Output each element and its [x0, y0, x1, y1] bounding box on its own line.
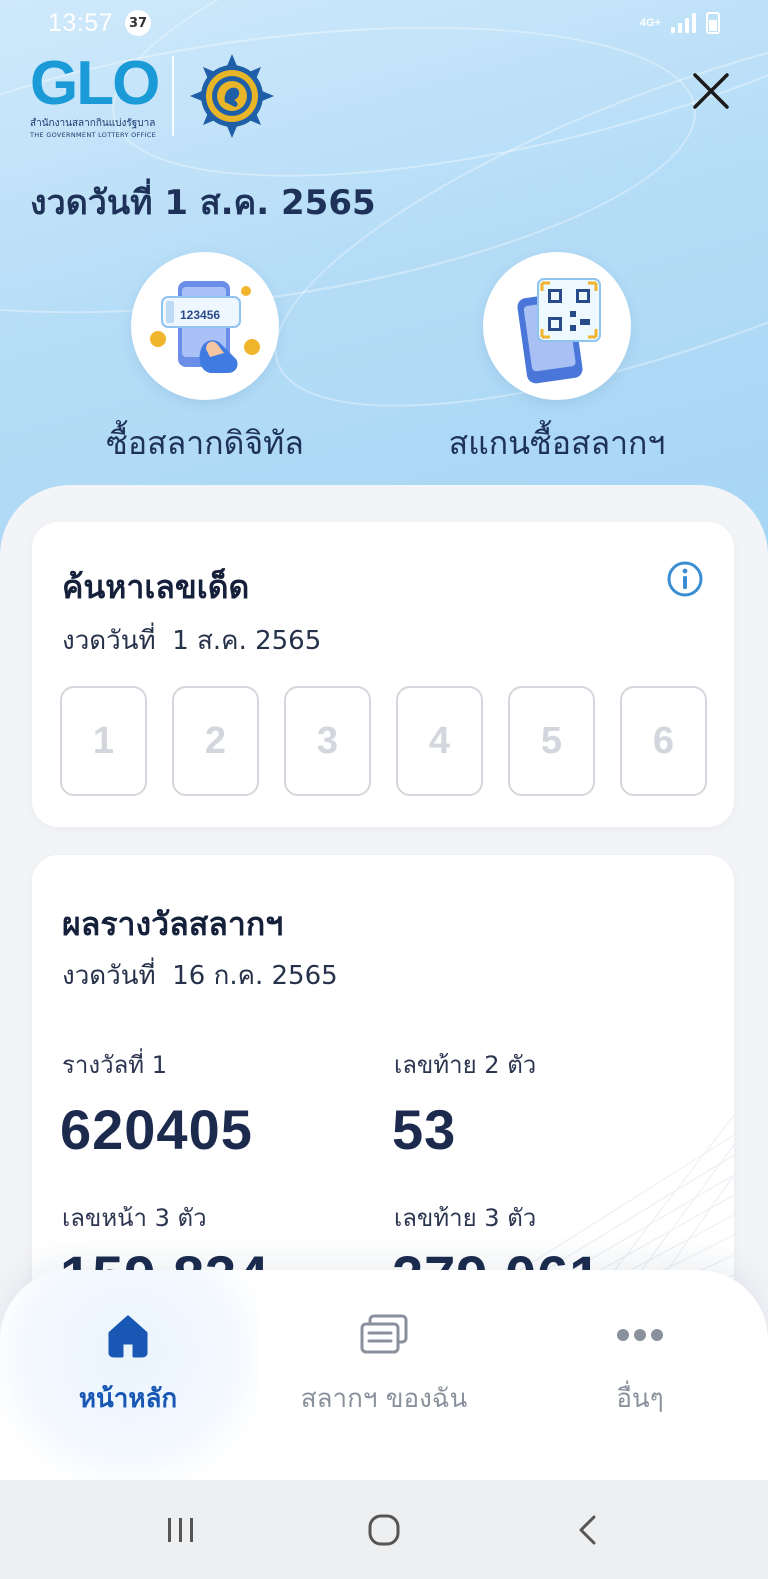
close-button[interactable] — [686, 66, 736, 116]
phone-ticket-hand-icon: 123456 — [150, 281, 260, 373]
glo-wordmark-block: GLO สำนักงานสลากกินแบ่งรัฐบาล THE GOVERN… — [30, 52, 160, 139]
info-icon[interactable] — [666, 560, 704, 598]
digit-input-6[interactable]: 6 — [620, 686, 707, 796]
status-indicators: 4G+ — [640, 12, 720, 34]
glo-wordmark: GLO — [30, 52, 160, 114]
last2-value: 53 — [392, 1098, 457, 1161]
results-draw-label: งวดวันที่ — [62, 961, 156, 991]
scan-illustration — [483, 252, 631, 400]
search-draw-date: งวดวันที่ 1 ส.ค. 2565 — [62, 620, 321, 661]
search-lucky-number-card: ค้นหาเลขเด็ด งวดวันที่ 1 ส.ค. 2565 1 2 3… — [32, 522, 734, 827]
digit-input-3[interactable]: 3 — [284, 686, 371, 796]
glo-wordmark-text: GLO — [30, 48, 160, 118]
glo-english-name: THE GOVERNMENT LOTTERY OFFICE — [30, 130, 157, 139]
buy-digital-illustration: 123456 — [131, 252, 279, 400]
more-dots-icon — [512, 1310, 768, 1360]
digit-input-row: 1 2 3 4 5 6 — [60, 686, 707, 796]
results-draw-date: งวดวันที่ 16 ก.ค. 2565 — [62, 955, 338, 996]
glo-logo: GLO สำนักงานสลากกินแบ่งรัฐบาล THE GOVERN… — [30, 52, 276, 140]
search-draw-date-value: 1 ส.ค. 2565 — [172, 626, 322, 656]
notification-count-badge: 37 — [125, 10, 152, 36]
nav-more-label: อื่นๆ — [616, 1384, 664, 1414]
home-system-button[interactable] — [344, 1500, 424, 1560]
scan-to-buy-label: สแกนซื้อสลากฯ — [448, 424, 666, 462]
nav-home-label: หน้าหลัก — [78, 1384, 178, 1414]
back-chevron-icon — [579, 1515, 596, 1544]
bottom-navigation: หน้าหลัก สลากฯ ของฉัน อื่นๆ — [0, 1270, 768, 1480]
buy-digital-label: ซื้อสลากดิจิทัล — [106, 424, 304, 462]
front3-label: เลขหน้า 3 ตัว — [62, 1204, 207, 1232]
battery-icon — [706, 12, 720, 34]
close-icon — [693, 73, 729, 109]
signal-icon — [671, 13, 696, 33]
buy-digital-lottery-button[interactable]: 123456 ซื้อสลากดิจิทัล — [55, 252, 355, 469]
recent-apps-icon — [168, 1517, 194, 1542]
system-navigation-bar — [0, 1480, 768, 1579]
results-card-title: ผลรางวัลสลากฯ — [62, 905, 284, 943]
digit-input-1[interactable]: 1 — [60, 686, 147, 796]
network-type: 4G+ — [639, 17, 661, 29]
first-prize-value: 620405 — [60, 1098, 253, 1161]
last3-label: เลขท้าย 3 ตัว — [394, 1204, 537, 1232]
home-icon — [0, 1310, 256, 1360]
nav-more[interactable]: อื่นๆ — [512, 1310, 768, 1419]
glo-thai-name: สำนักงานสลากกินแบ่งรัฐบาล — [30, 117, 156, 129]
search-card-title: ค้นหาเลขเด็ด — [62, 568, 250, 606]
scan-to-buy-button[interactable]: สแกนซื้อสลากฯ — [407, 252, 707, 469]
recent-apps-button[interactable] — [141, 1500, 221, 1560]
search-draw-label: งวดวันที่ — [62, 626, 156, 656]
first-prize-label: รางวัลที่ 1 — [62, 1051, 167, 1079]
status-bar: 13:57 37 4G+ — [0, 0, 768, 46]
home-circle-icon — [368, 1514, 400, 1545]
logo-divider — [172, 56, 175, 136]
nav-home[interactable]: หน้าหลัก — [0, 1310, 256, 1419]
tickets-icon — [256, 1310, 512, 1360]
illustration-number: 123456 — [180, 308, 220, 322]
digit-input-2[interactable]: 2 — [172, 686, 259, 796]
back-button[interactable] — [547, 1500, 627, 1560]
digit-input-4[interactable]: 4 — [396, 686, 483, 796]
digit-input-5[interactable]: 5 — [508, 686, 595, 796]
status-time: 13:57 — [48, 8, 114, 37]
glo-emblem-icon — [190, 54, 275, 138]
results-draw-date-value: 16 ก.ค. 2565 — [172, 961, 338, 991]
current-draw-date: งวดวันที่ 1 ส.ค. 2565 — [30, 183, 376, 223]
nav-my-tickets-label: สลากฯ ของฉัน — [300, 1384, 468, 1414]
phone-qr-scan-icon — [517, 278, 601, 384]
nav-my-tickets[interactable]: สลากฯ ของฉัน — [256, 1310, 512, 1419]
last2-label: เลขท้าย 2 ตัว — [394, 1051, 537, 1079]
